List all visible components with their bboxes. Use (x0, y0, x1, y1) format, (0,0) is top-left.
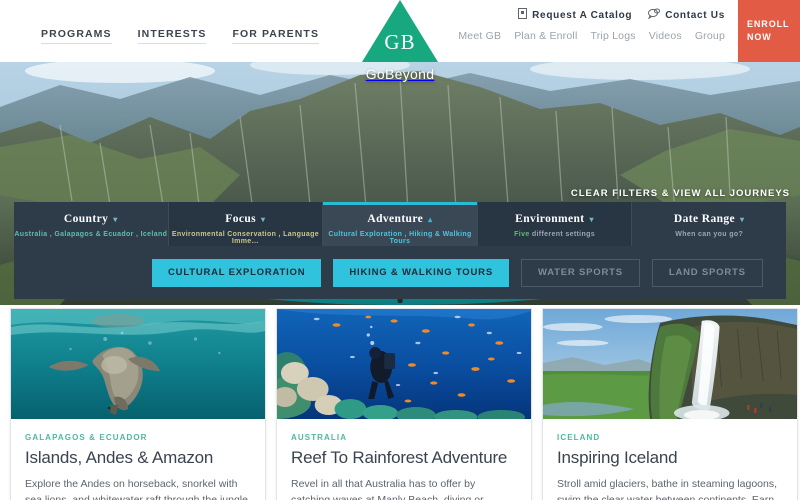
tab-indicator (478, 202, 632, 205)
journey-card-title: Reef To Rainforest Adventure (291, 448, 508, 467)
contact-us-label: Contact Us (665, 9, 725, 21)
logo-wordmark: GoBeyond (365, 66, 435, 82)
request-catalog-label: Request A Catalog (532, 9, 633, 21)
chevron-up-icon: ▴ (428, 214, 433, 224)
site-logo[interactable]: GB GoBeyond (345, 0, 455, 82)
logo-triangle-icon: GB (362, 0, 438, 62)
tab-indicator (169, 202, 323, 205)
contact-us-link[interactable]: Contact Us (648, 8, 725, 22)
filter-tab-adventure-subtitle: Cultural Exploration , Hiking & Walking … (328, 231, 472, 245)
sea-lion-underwater-image (11, 309, 265, 419)
nav-item-group[interactable]: Group (695, 30, 725, 42)
secondary-nav: Meet GB Plan & Enroll Trip Logs Videos G… (458, 30, 725, 42)
filter-tab-focus[interactable]: Focus ▾ Environmental Conservation , Lan… (168, 202, 324, 246)
filter-tab-date-range[interactable]: Date Range ▾ When can you go? (632, 202, 786, 246)
journey-card-body: ICELAND Inspiring Iceland Stroll amid gl… (543, 419, 797, 500)
filter-tab-country[interactable]: Country ▾ Australia , Galapagos & Ecuado… (14, 202, 169, 246)
journey-card-title: Inspiring Iceland (557, 448, 678, 467)
filter-option-water-sports[interactable]: WATER SPORTS (520, 258, 640, 287)
chevron-down-icon: ▾ (589, 214, 594, 224)
chevron-down-icon: ▾ (113, 214, 118, 224)
journey-card[interactable]: ICELAND Inspiring Iceland Stroll amid gl… (542, 308, 798, 500)
filter-tab-environment[interactable]: Environment ▾ Five different settings (477, 202, 633, 246)
nav-item-programs[interactable]: PROGRAMS (41, 28, 112, 44)
journey-card-description: Revel in all that Australia has to offer… (291, 478, 484, 500)
nav-item-videos[interactable]: Videos (649, 30, 682, 42)
clear-filters-link[interactable]: CLEAR FILTERS & VIEW ALL JOURNEYS (571, 188, 790, 199)
journey-card-description: Explore the Andes on horseback, snorkel … (25, 478, 248, 500)
environment-count: Five (514, 231, 530, 238)
chevron-down-icon: ▾ (740, 214, 745, 224)
filter-tab-country-subtitle: Australia , Galapagos & Ecuador , Icelan… (14, 231, 168, 238)
nav-item-interests[interactable]: INTERESTS (137, 28, 207, 44)
tab-indicator (632, 202, 786, 205)
filter-option-land-sports[interactable]: LAND SPORTS (651, 258, 763, 287)
filter-tab-adventure-title: Adventure ▴ (367, 213, 433, 225)
catalog-icon (518, 8, 528, 22)
journey-card-description: Stroll amid glaciers, bathe in steaming … (557, 478, 778, 500)
filter-tab-country-title: Country ▾ (63, 213, 118, 225)
filter-tab-date-range-subtitle: When can you go? (675, 231, 744, 238)
journey-card-grid: GALAPAGOS & ECUADOR Islands, Andes & Ama… (10, 308, 798, 500)
request-catalog-link[interactable]: Request A Catalog (518, 8, 632, 22)
enroll-now-button[interactable]: ENROLL NOW (738, 0, 800, 62)
primary-nav: PROGRAMS INTERESTS FOR PARENTS (41, 28, 320, 44)
journey-card[interactable]: GALAPAGOS & ECUADOR Islands, Andes & Ama… (10, 308, 266, 500)
filter-tab-date-range-title: Date Range ▾ (673, 213, 745, 225)
filter-tab-environment-subtitle: Five different settings (514, 231, 595, 238)
enroll-line-1: ENROLL (747, 18, 790, 29)
filter-bar: Country ▾ Australia , Galapagos & Ecuado… (14, 202, 786, 299)
chat-bubble-icon (648, 8, 661, 22)
tab-indicator (14, 202, 168, 205)
enroll-line-2: NOW (747, 32, 772, 42)
logo-monogram: GB (384, 30, 416, 54)
filter-tab-environment-title: Environment ▾ (515, 213, 594, 225)
filter-tab-focus-subtitle: Environmental Conservation , Language Im… (171, 231, 319, 245)
nav-item-for-parents[interactable]: FOR PARENTS (232, 28, 320, 44)
waterfall-iceland-image (543, 309, 797, 419)
nav-item-plan-enroll[interactable]: Plan & Enroll (514, 30, 577, 42)
filter-option-hiking-walking-tours[interactable]: HIKING & WALKING TOURS (333, 258, 509, 287)
tab-indicator-active (323, 202, 477, 205)
journey-card[interactable]: AUSTRALIA Reef To Rainforest Adventure R… (276, 308, 532, 500)
journey-card-location: GALAPAGOS & ECUADOR (25, 433, 148, 442)
filter-options-panel: CULTURAL EXPLORATION HIKING & WALKING TO… (14, 246, 786, 299)
utility-links-top: Request A Catalog Contact Us (518, 8, 725, 22)
page-root: CLEAR FILTERS & VIEW ALL JOURNEYS PROGRA… (0, 0, 800, 500)
filter-tab-focus-title: Focus ▾ (225, 213, 266, 225)
journey-card-body: AUSTRALIA Reef To Rainforest Adventure R… (277, 419, 531, 500)
filter-tab-list: Country ▾ Australia , Galapagos & Ecuado… (14, 202, 786, 246)
chevron-down-icon: ▾ (261, 214, 266, 224)
filter-tab-adventure[interactable]: Adventure ▴ Cultural Exploration , Hikin… (323, 202, 478, 246)
coral-reef-diver-image (277, 309, 531, 419)
journey-card-title: Islands, Andes & Amazon (25, 448, 214, 467)
journey-card-location: ICELAND (557, 433, 601, 442)
nav-item-meet-gb[interactable]: Meet GB (458, 30, 501, 42)
filter-option-cultural-exploration[interactable]: CULTURAL EXPLORATION (152, 258, 322, 287)
journey-card-body: GALAPAGOS & ECUADOR Islands, Andes & Ama… (11, 419, 265, 500)
journey-card-location: AUSTRALIA (291, 433, 348, 442)
nav-item-trip-logs[interactable]: Trip Logs (591, 30, 636, 42)
